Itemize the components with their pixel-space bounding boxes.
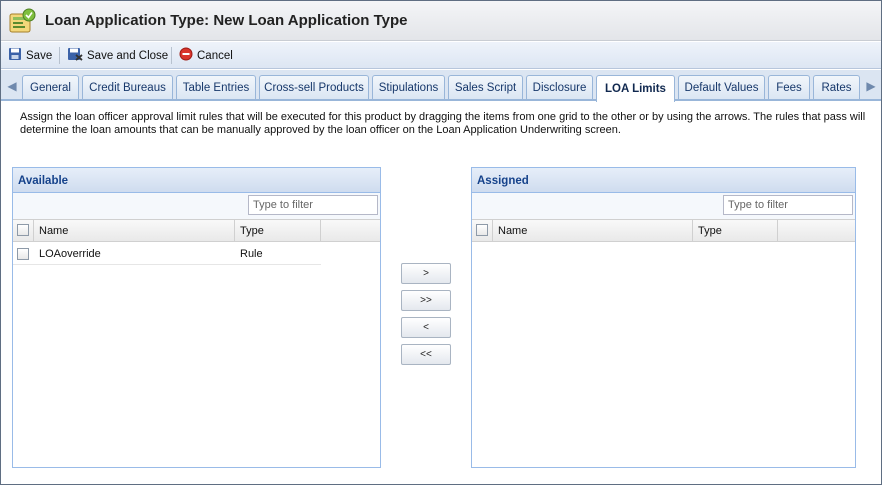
- toolbar-separator: [171, 47, 172, 64]
- assigned-header-checkbox-cell: [472, 220, 493, 242]
- loan-application-type-window: Loan Application Type: New Loan Applicat…: [0, 0, 882, 485]
- save-and-close-icon: [67, 47, 83, 64]
- move-all-right-button[interactable]: >>: [401, 290, 451, 311]
- available-panel-title: Available: [13, 168, 380, 193]
- assigned-grid-header: Name Type: [472, 220, 855, 242]
- tab-table-entries[interactable]: Table Entries: [176, 75, 256, 99]
- tab-cross-sell-products[interactable]: Cross-sell Products: [259, 75, 369, 99]
- available-row[interactable]: LOAoverride Rule: [13, 243, 321, 265]
- assigned-panel: Assigned Name Type: [471, 167, 856, 468]
- available-filter-input[interactable]: [248, 195, 378, 215]
- toolbar-separator: [59, 47, 60, 64]
- assigned-filter-bar: [472, 193, 855, 220]
- save-and-close-button[interactable]: Save and Close: [67, 46, 168, 65]
- cancel-button[interactable]: Cancel: [179, 46, 233, 65]
- available-column-name[interactable]: Name: [34, 220, 235, 242]
- toolbar: Save Save and Close Cancel: [1, 42, 881, 69]
- assigned-panel-title: Assigned: [472, 168, 855, 193]
- move-left-button[interactable]: <: [401, 317, 451, 338]
- available-select-all-checkbox[interactable]: [17, 224, 29, 236]
- assigned-column-name[interactable]: Name: [493, 220, 693, 242]
- instructions-text: Assign the loan officer approval limit r…: [20, 111, 866, 136]
- save-button[interactable]: Save: [8, 46, 52, 65]
- tab-bar: ◀ General Credit Bureaus Table Entries C…: [1, 70, 881, 102]
- row-checkbox[interactable]: [17, 248, 29, 260]
- available-filter-bar: [13, 193, 380, 220]
- tab-disclosure[interactable]: Disclosure: [526, 75, 593, 99]
- tab-scroll-left-icon[interactable]: ◀: [4, 76, 20, 96]
- save-label: Save: [26, 49, 53, 62]
- assigned-filter-input[interactable]: [723, 195, 853, 215]
- move-all-left-button[interactable]: <<: [401, 344, 451, 365]
- row-name: LOAoverride: [39, 248, 101, 260]
- window-title: Loan Application Type: New Loan Applicat…: [45, 12, 408, 29]
- loan-application-icon: [7, 7, 37, 35]
- tab-stipulations[interactable]: Stipulations: [372, 75, 445, 99]
- tab-default-values[interactable]: Default Values: [678, 75, 765, 99]
- assigned-column-type[interactable]: Type: [693, 220, 778, 242]
- assigned-select-all-checkbox[interactable]: [476, 224, 488, 236]
- tab-fees[interactable]: Fees: [768, 75, 810, 99]
- title-bar: Loan Application Type: New Loan Applicat…: [1, 1, 881, 41]
- tab-general[interactable]: General: [22, 75, 79, 99]
- tab-rates[interactable]: Rates: [813, 75, 860, 99]
- tab-loa-limits[interactable]: LOA Limits: [596, 75, 675, 102]
- tab-scroll-right-icon[interactable]: ▶: [863, 76, 879, 96]
- available-panel: Available Name Type LOAoverride Rule: [12, 167, 381, 468]
- save-icon: [8, 47, 22, 64]
- move-right-button[interactable]: >: [401, 263, 451, 284]
- cancel-icon: [179, 47, 193, 64]
- row-type: Rule: [240, 248, 263, 260]
- save-and-close-label: Save and Close: [87, 49, 169, 62]
- tab-credit-bureaus[interactable]: Credit Bureaus: [82, 75, 173, 99]
- tab-sales-script[interactable]: Sales Script: [448, 75, 523, 99]
- available-header-checkbox-cell: [13, 220, 34, 242]
- available-grid-header: Name Type: [13, 220, 380, 242]
- cancel-label: Cancel: [197, 49, 233, 62]
- available-column-type[interactable]: Type: [235, 220, 321, 242]
